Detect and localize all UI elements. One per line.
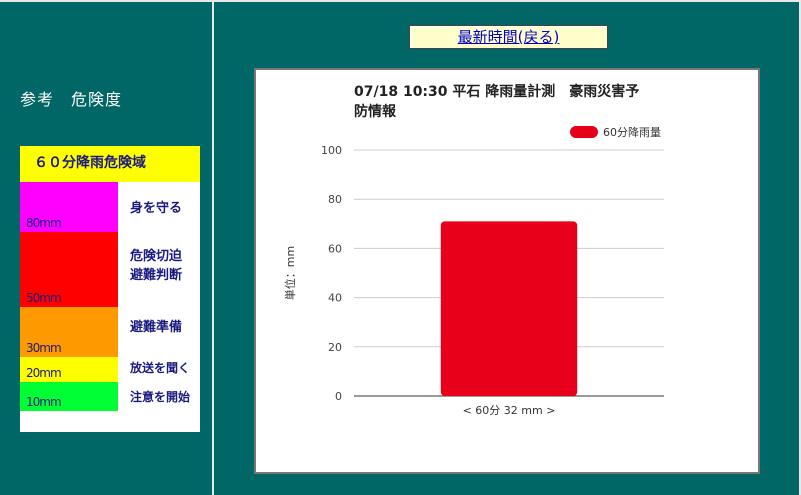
level-threshold: 10mm [26, 395, 62, 409]
level-swatch-30: 30mm [20, 307, 118, 357]
y-tick-label: 60 [328, 242, 342, 255]
level-label-80: 身を守る [130, 201, 183, 216]
panel-title: 参考 危険度 [20, 90, 123, 109]
level-label-30: 避難準備 [130, 320, 183, 335]
y-tick-label: 40 [328, 292, 342, 305]
bar [440, 221, 578, 396]
level-label-50: 危険切迫 避難判断 [130, 249, 183, 283]
y-tick-label: 100 [321, 144, 342, 157]
level-swatch-10: 10mm [20, 382, 118, 411]
chart-title-line: 07/18 10:30 平石 降雨量計測 豪雨災害予 [354, 83, 639, 100]
x-tick-label: < 60分 32 mm > [463, 404, 556, 417]
chart-title-line: 防情報 [354, 103, 397, 120]
level-threshold: 20mm [26, 366, 62, 380]
y-tick-label: 20 [328, 341, 342, 354]
level-label-10: 注意を開始 [130, 390, 191, 404]
frame-divider-vertical [212, 0, 214, 495]
level-label-20: 放送を聞く [130, 361, 191, 375]
left-panel: 参考 危険度 ６０分降雨危険域 80mm 身を守る 50mm 危険切迫 避難判断… [0, 0, 212, 495]
y-tick-label: 80 [328, 193, 342, 206]
y-axis-label: 単位：mm [283, 246, 297, 300]
level-threshold: 50mm [26, 291, 62, 305]
legend-header: ６０分降雨危険域 [20, 146, 200, 182]
rainfall-chart: 07/18 10:30 平石 降雨量計測 豪雨災害予防情報 0 20 40 60 80 10… [283, 83, 664, 417]
level-threshold: 30mm [26, 341, 62, 355]
legend-label: 60分降雨量 [603, 125, 661, 139]
y-tick-label: 0 [335, 390, 342, 403]
level-swatch-80: 80mm [20, 182, 118, 232]
risk-legend: ６０分降雨危険域 80mm 身を守る 50mm 危険切迫 避難判断 30mm 避… [20, 146, 200, 432]
legend-swatch [570, 126, 598, 138]
level-swatch-50: 50mm [20, 232, 118, 307]
back-to-latest-button[interactable]: 最新時間(戻る) [409, 25, 608, 49]
chart-container: 07/18 10:30 平石 降雨量計測 豪雨災害予 防情報 0 20 40 60 80 10… [254, 68, 760, 474]
level-threshold: 80mm [26, 216, 62, 230]
level-swatch-20: 20mm [20, 357, 118, 382]
